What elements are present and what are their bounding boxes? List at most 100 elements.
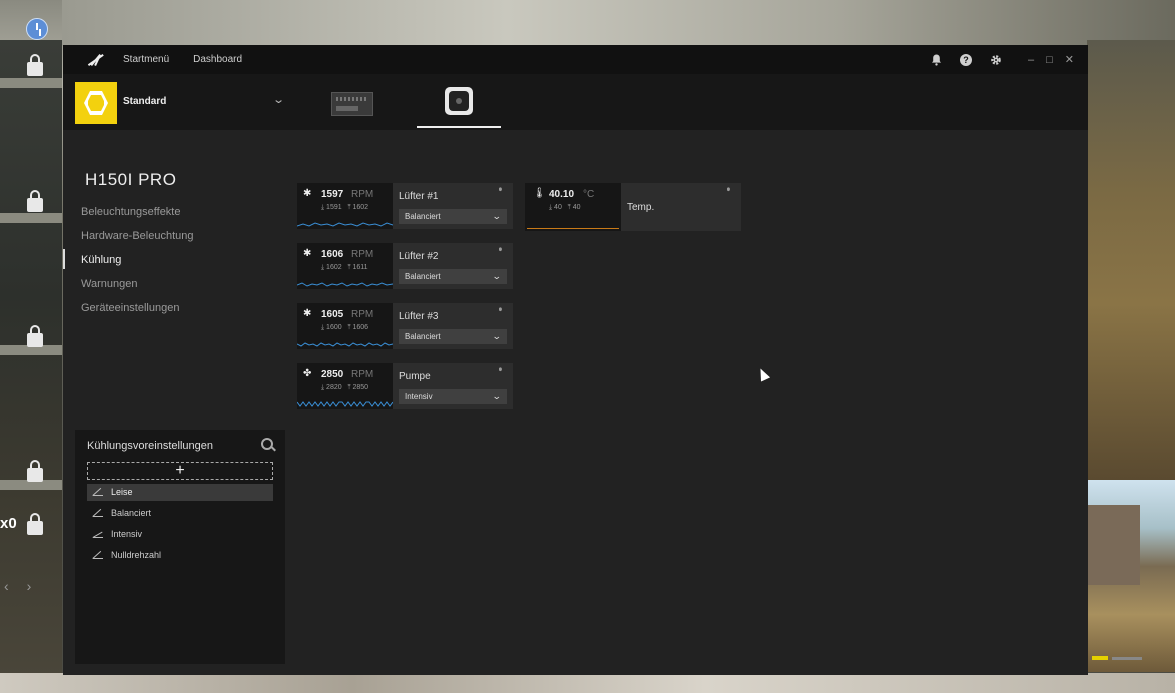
fan-card: ✱ 1597 RPM ⤓ 1591 ⤒ 1602 Lüfter #1 ••• B…	[297, 183, 513, 229]
preset-label: Intensiv	[111, 529, 143, 539]
help-icon[interactable]: ?	[960, 53, 972, 66]
pump-mode-select[interactable]: Intensiv ⌄	[399, 389, 507, 404]
temperature-max: 40	[572, 204, 581, 211]
preset-item-leise[interactable]: Leise	[87, 484, 273, 501]
fan-card: ✱ 1606 RPM ⤓ 1602 ⤒ 1611 Lüfter #2 ••• B…	[297, 243, 513, 289]
chevron-down-icon: ⌄	[492, 331, 503, 341]
menu-item-hardware-lighting[interactable]: Hardware-Beleuchtung	[81, 229, 194, 253]
lock-icon	[27, 190, 43, 212]
search-icon[interactable]	[261, 438, 273, 450]
preset-label: Leise	[111, 487, 133, 497]
lock-icon	[27, 325, 43, 347]
profile-name[interactable]: Standard	[123, 96, 166, 107]
rail-divider	[0, 78, 62, 88]
preset-item-balanciert[interactable]: Balanciert	[87, 505, 273, 522]
fan-name: Lüfter #2	[399, 251, 439, 262]
menu-item-cooling[interactable]: Kühlung	[81, 253, 194, 277]
fan-icon: ✱	[303, 308, 312, 319]
rpm-history-line	[297, 222, 393, 227]
rpm-history-graph	[297, 342, 393, 347]
fan-mode-value: Balanciert	[405, 332, 441, 341]
more-options-icon[interactable]: •••	[722, 187, 733, 189]
more-options-icon[interactable]: •••	[494, 307, 505, 309]
maximize-button[interactable]: □	[1046, 54, 1053, 66]
rpm-min: 2820	[326, 384, 342, 391]
temperature-value: 40.10	[549, 189, 575, 200]
chevron-down-icon[interactable]: ⌄	[272, 93, 285, 106]
minimap-bar-grey	[1112, 657, 1142, 660]
rpm-max: 1606	[352, 324, 369, 331]
preset-item-nulldrehzahl[interactable]: Nulldrehzahl	[87, 547, 273, 564]
pump-mode-value: Intensiv	[405, 392, 433, 401]
fan-icon: ✱	[303, 188, 312, 199]
thermometer-icon: 🌡	[533, 188, 546, 199]
fan-rpm-gauge: ✱ 1597 RPM ⤓ 1591 ⤒ 1602	[297, 183, 393, 229]
more-options-icon[interactable]: •••	[494, 187, 505, 189]
background-scene-bottom	[0, 673, 1175, 693]
fan-name: Lüfter #1	[399, 191, 439, 202]
temperature-min: 40	[554, 204, 562, 211]
menu-item-warnings[interactable]: Warnungen	[81, 277, 194, 301]
preset-item-intensiv[interactable]: Intensiv	[87, 526, 273, 543]
chevron-down-icon: ⌄	[492, 211, 503, 221]
rpm-max: 2850	[352, 384, 369, 391]
pump-rpm-gauge: ✤ 2850 RPM ⤓ 2820 ⤒ 2850	[297, 363, 393, 409]
rpm-unit: RPM	[351, 369, 374, 380]
background-scene-top	[62, 0, 1175, 46]
temperature-gauge: 🌡 40.10 °C ⤓ 40 ⤒ 40	[525, 183, 621, 231]
fan-name: Lüfter #3	[399, 311, 439, 322]
rpm-min: 1591	[326, 204, 342, 211]
rail-divider	[0, 213, 62, 223]
title-bar-actions: ? – □ ✕	[930, 45, 1074, 74]
temperature-history-line	[527, 228, 619, 229]
rpm-min-max: ⤓ 1600 ⤒ 1606	[321, 324, 369, 331]
menu-item-device-settings[interactable]: Geräteeinstellungen	[81, 301, 194, 325]
pump-logo-dot	[456, 98, 462, 104]
device-title: H150I PRO	[85, 170, 177, 189]
device-tab-cooler[interactable]	[445, 87, 473, 115]
menu-item-lighting-effects[interactable]: Beleuchtungseffekte	[81, 205, 194, 229]
fan-curve-icon	[93, 550, 103, 559]
cooling-presets-panel: Kühlungsvoreinstellungen + Leise Balanci…	[75, 430, 285, 664]
fan-mode-select[interactable]: Balanciert ⌄	[399, 329, 507, 344]
fan-rpm-gauge: ✱ 1605 RPM ⤓ 1600 ⤒ 1606	[297, 303, 393, 349]
rpm-min-max: ⤓ 2820 ⤒ 2850	[321, 384, 369, 391]
preset-label: Nulldrehzahl	[111, 550, 162, 560]
lock-icon	[27, 513, 43, 535]
rpm-value: 1597	[321, 189, 344, 200]
background-scene-right	[1087, 40, 1175, 480]
minimize-button[interactable]: –	[1028, 54, 1034, 66]
rpm-history-line	[297, 342, 393, 347]
temperature-unit: °C	[583, 189, 595, 200]
icue-window: Startmenü Dashboard ? – □ ✕ Standard ⌄ H…	[63, 45, 1088, 675]
more-options-icon[interactable]: •••	[494, 247, 505, 249]
more-options-icon[interactable]: •••	[494, 367, 505, 369]
rpm-unit: RPM	[351, 189, 374, 200]
rpm-min: 1602	[326, 264, 342, 271]
fan-curve-icon	[93, 487, 103, 496]
nav-startmenu[interactable]: Startmenü	[123, 54, 169, 65]
device-tab-ram-icon[interactable]	[331, 92, 373, 116]
chevron-down-icon: ⌄	[492, 391, 503, 401]
fan-mode-select[interactable]: Balanciert ⌄	[399, 209, 507, 224]
fan-mode-select[interactable]: Balanciert ⌄	[399, 269, 507, 284]
rpm-min-max: ⤓ 1602 ⤒ 1611	[321, 264, 368, 271]
close-button[interactable]: ✕	[1065, 53, 1074, 66]
corsair-logo-icon[interactable]	[87, 52, 109, 68]
nav-dashboard[interactable]: Dashboard	[193, 54, 242, 65]
profile-hexagon-icon[interactable]	[75, 82, 117, 124]
rpm-unit: RPM	[351, 309, 374, 320]
rpm-history-line	[297, 401, 393, 407]
temperature-name: Temp.	[627, 202, 655, 213]
rpm-value: 1605	[321, 309, 344, 320]
add-preset-button[interactable]: +	[87, 462, 273, 480]
profile-bar: Standard ⌄	[63, 74, 1088, 130]
device-tab-active-underline	[417, 126, 501, 128]
bell-icon[interactable]	[930, 54, 942, 66]
lock-icon	[27, 460, 43, 482]
temperature-min-max: ⤓ 40 ⤒ 40	[549, 204, 581, 211]
rpm-history-line	[297, 282, 393, 287]
rpm-value: 2850	[321, 369, 344, 380]
fan-mode-value: Balanciert	[405, 272, 441, 281]
gear-icon[interactable]	[990, 54, 1002, 66]
